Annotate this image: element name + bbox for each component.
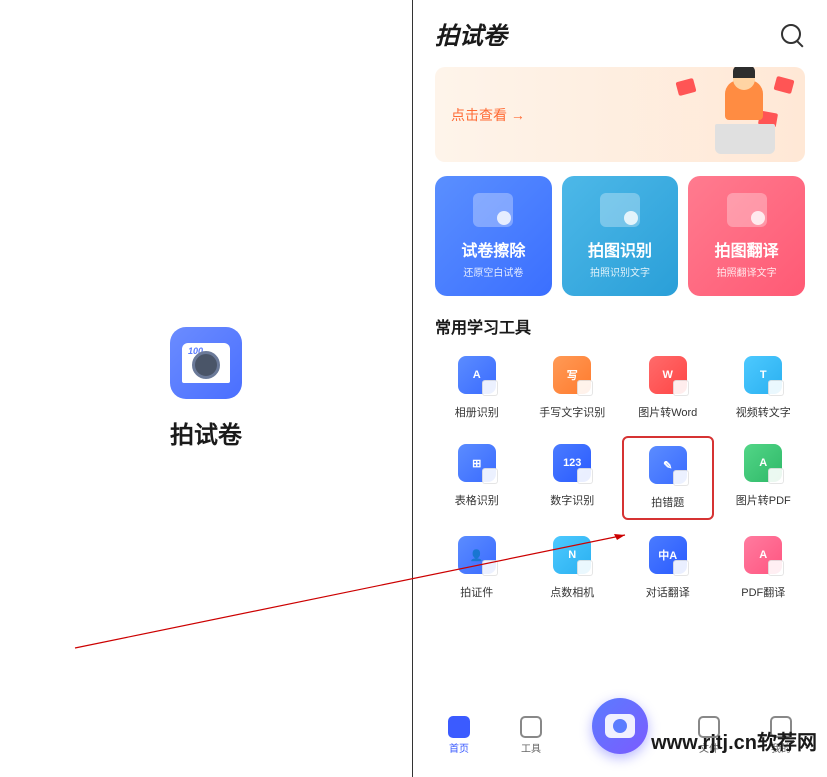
nav-label: 首页 xyxy=(449,740,469,755)
feature-card-icon xyxy=(600,193,640,227)
tool-icon: A xyxy=(458,356,496,394)
promo-banner[interactable]: 点击查看 → xyxy=(435,67,805,162)
camera-fab[interactable] xyxy=(592,698,648,754)
app-logo-icon xyxy=(170,327,242,399)
tool-icon: 👤 xyxy=(458,536,496,574)
feature-card-0[interactable]: 试卷擦除还原空白试卷 xyxy=(435,176,552,296)
tool-icon: N xyxy=(553,536,591,574)
tool-item-2[interactable]: W 图片转Word xyxy=(622,348,714,428)
tool-item-3[interactable]: T 视频转文字 xyxy=(718,348,810,428)
tool-icon: 123 xyxy=(553,444,591,482)
feature-card-title: 拍图翻译 xyxy=(715,237,779,261)
tool-icon: A xyxy=(744,536,782,574)
tool-label: 对话翻译 xyxy=(646,584,690,600)
tool-icon: ⊞ xyxy=(458,444,496,482)
tool-item-0[interactable]: A 相册识别 xyxy=(431,348,523,428)
nav-item-0[interactable]: 首页 xyxy=(448,716,470,755)
camera-icon xyxy=(605,714,635,738)
tool-icon: W xyxy=(649,356,687,394)
feature-cards-row: 试卷擦除还原空白试卷拍图识别拍照识别文字拍图翻译拍照翻译文字 xyxy=(413,176,827,296)
tool-label: 拍证件 xyxy=(460,584,493,600)
tool-item-11[interactable]: A PDF翻译 xyxy=(718,528,810,608)
nav-item-1[interactable]: 工具 xyxy=(520,716,542,755)
tool-label: 点数相机 xyxy=(550,584,594,600)
tool-label: 图片转PDF xyxy=(736,492,791,508)
tool-icon: T xyxy=(744,356,782,394)
feature-card-title: 拍图识别 xyxy=(588,237,652,261)
tool-item-6[interactable]: ✎ 拍错题 xyxy=(622,436,714,520)
tool-label: 手写文字识别 xyxy=(539,404,605,420)
search-button[interactable] xyxy=(777,20,805,48)
tool-label: 表格识别 xyxy=(455,492,499,508)
tool-label: 视频转文字 xyxy=(736,404,791,420)
tool-label: PDF翻译 xyxy=(741,584,785,600)
tool-label: 相册识别 xyxy=(455,404,499,420)
tools-grid: A 相册识别 写手写文字识别 W 图片转Word T 视频转文字 ⊞ 表格识别 123 数字识别 ✎ 拍… xyxy=(413,348,827,608)
tool-item-7[interactable]: A 图片转PDF xyxy=(718,436,810,520)
search-icon xyxy=(781,24,801,44)
feature-card-1[interactable]: 拍图识别拍照识别文字 xyxy=(562,176,679,296)
page-title: 拍试卷 xyxy=(435,16,507,51)
tool-label: 拍错题 xyxy=(651,494,684,510)
tool-item-10[interactable]: 中A 对话翻译 xyxy=(622,528,714,608)
nav-label: 工具 xyxy=(521,740,541,755)
feature-card-subtitle: 拍照识别文字 xyxy=(590,264,650,279)
feature-card-icon xyxy=(727,193,767,227)
header: 拍试卷 xyxy=(413,0,827,61)
feature-card-subtitle: 还原空白试卷 xyxy=(463,264,523,279)
feature-card-subtitle: 拍照翻译文字 xyxy=(717,264,777,279)
tool-label: 数字识别 xyxy=(550,492,594,508)
banner-illustration xyxy=(675,72,795,162)
tool-icon: 写 xyxy=(553,356,591,394)
tool-item-9[interactable]: N 点数相机 xyxy=(527,528,619,608)
tool-item-8[interactable]: 👤 拍证件 xyxy=(431,528,523,608)
tool-label: 图片转Word xyxy=(638,404,697,420)
tool-item-4[interactable]: ⊞ 表格识别 xyxy=(431,436,523,520)
tool-icon: ✎ xyxy=(649,446,687,484)
tool-icon: A xyxy=(744,444,782,482)
app-name: 拍试卷 xyxy=(170,415,242,450)
nav-icon xyxy=(520,716,542,738)
tool-item-1[interactable]: 写手写文字识别 xyxy=(527,348,619,428)
nav-icon xyxy=(448,716,470,738)
splash-pane: 拍试卷 xyxy=(0,0,413,777)
feature-card-2[interactable]: 拍图翻译拍照翻译文字 xyxy=(688,176,805,296)
feature-card-icon xyxy=(473,193,513,227)
main-screen: 拍试卷 点击查看 → 试卷擦除还原空白试卷拍图识别拍照识别文字拍图翻译拍照翻译文… xyxy=(413,0,827,777)
tool-item-5[interactable]: 123 数字识别 xyxy=(527,436,619,520)
tool-icon: 中A xyxy=(649,536,687,574)
tools-section-title: 常用学习工具 xyxy=(413,296,827,348)
feature-card-title: 试卷擦除 xyxy=(461,237,525,261)
banner-cta: 点击查看 → xyxy=(451,105,525,125)
watermark: www.rjtj.cn软荐网 xyxy=(651,726,817,755)
